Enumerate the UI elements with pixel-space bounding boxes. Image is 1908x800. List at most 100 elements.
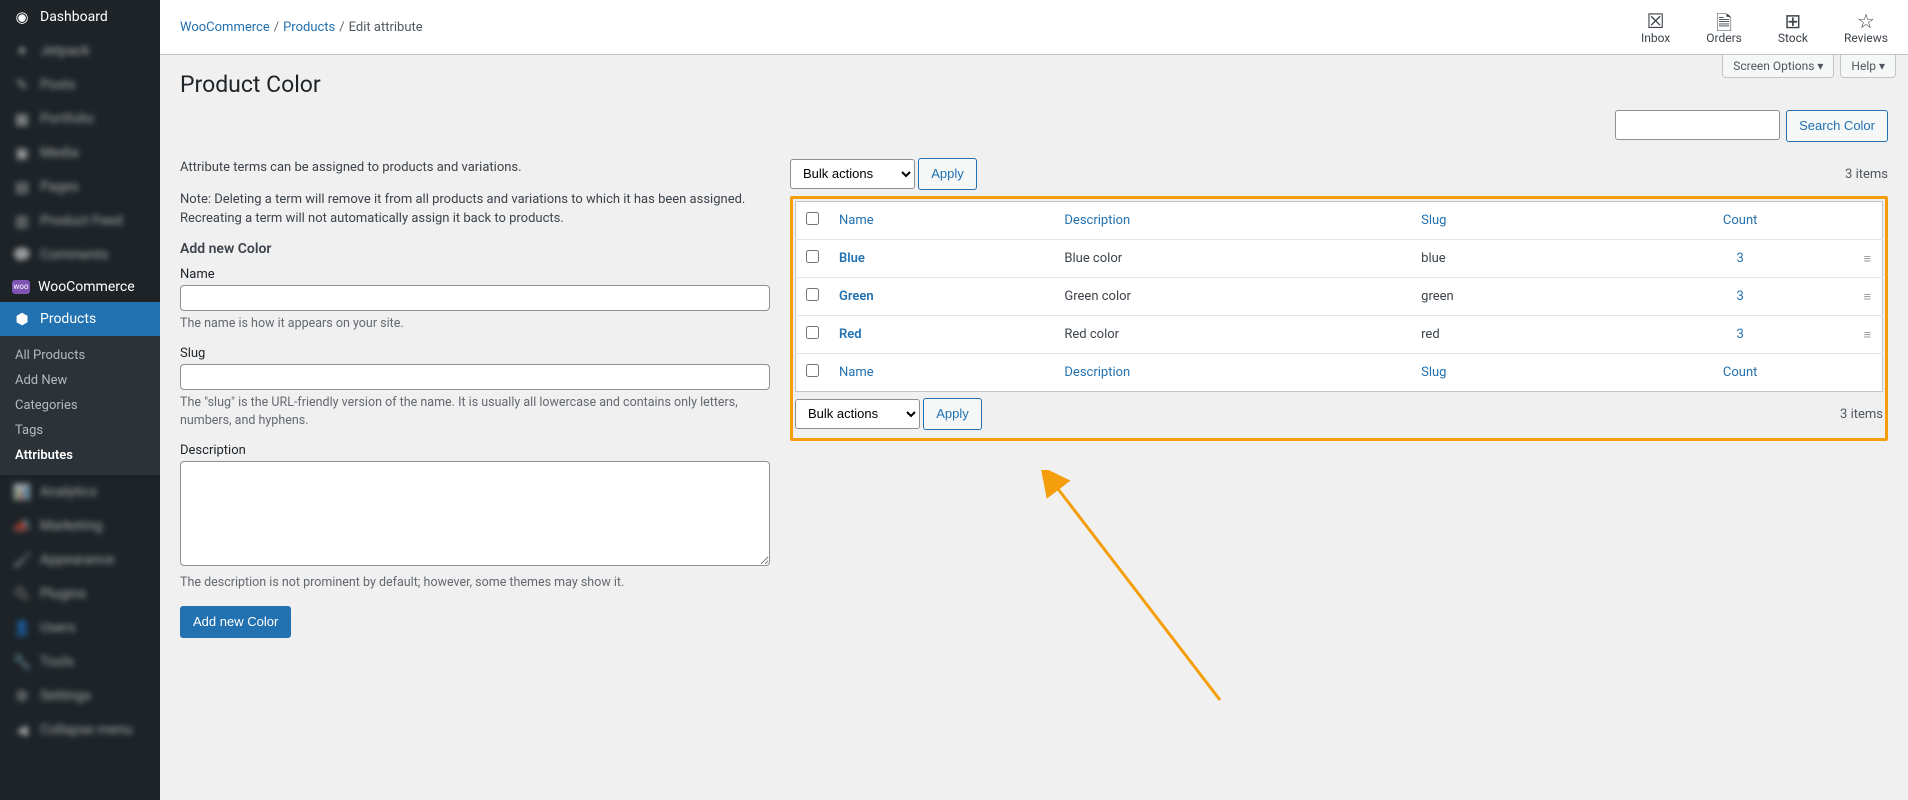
products-icon: ⬢	[12, 309, 32, 329]
sidebar-label: Products	[40, 311, 96, 327]
select-all-bottom[interactable]	[806, 364, 819, 377]
submenu-add-new[interactable]: Add New	[0, 368, 160, 393]
sidebar-item-blurred[interactable]: ▦Portfolio	[0, 102, 160, 136]
terms-table: Name Description Slug Count Blue Blue co…	[795, 201, 1883, 392]
sidebar-item-blurred[interactable]: ◀Collapse menu	[0, 713, 160, 747]
col-slug[interactable]: Slug	[1411, 202, 1628, 240]
select-all-top[interactable]	[806, 212, 819, 225]
breadcrumb-products[interactable]: Products	[283, 20, 335, 35]
col-name[interactable]: Name	[829, 202, 1054, 240]
sidebar-item-blurred[interactable]: 👤Users	[0, 611, 160, 645]
drag-handle-icon[interactable]: ≡	[1863, 252, 1871, 267]
term-name-link[interactable]: Blue	[839, 251, 865, 266]
items-count-top: 3 items	[1845, 167, 1888, 182]
col-count-foot[interactable]: Count	[1628, 354, 1853, 392]
row-checkbox[interactable]	[806, 250, 819, 263]
add-new-color-button[interactable]: Add new Color	[180, 606, 291, 638]
table-row: Green Green color green 3 ≡	[796, 278, 1883, 316]
sidebar-item-blurred[interactable]: ▥Product Feed	[0, 204, 160, 238]
sidebar-item-products[interactable]: ⬢ Products	[0, 302, 160, 336]
term-count-link[interactable]: 3	[1737, 289, 1744, 304]
bulk-actions-select-bottom[interactable]: Bulk actions	[795, 399, 920, 429]
col-name-foot[interactable]: Name	[829, 354, 1054, 392]
topbar-orders[interactable]: 🗎Orders	[1706, 9, 1742, 45]
row-checkbox[interactable]	[806, 288, 819, 301]
sidebar-label: WooCommerce	[38, 279, 135, 295]
term-count-link[interactable]: 3	[1737, 251, 1744, 266]
row-checkbox[interactable]	[806, 326, 819, 339]
bulk-actions-select-top[interactable]: Bulk actions	[790, 159, 915, 189]
breadcrumb-woocommerce[interactable]: WooCommerce	[180, 20, 270, 35]
drag-handle-icon[interactable]: ≡	[1863, 290, 1871, 305]
term-description: Green color	[1054, 278, 1411, 316]
table-row: Blue Blue color blue 3 ≡	[796, 240, 1883, 278]
term-slug: red	[1411, 316, 1628, 354]
sidebar-item-blurred[interactable]: ▤Pages	[0, 170, 160, 204]
slug-desc: The "slug" is the URL-friendly version o…	[180, 394, 770, 429]
sidebar-item-dashboard[interactable]: ◉ Dashboard	[0, 0, 160, 34]
apply-button-bottom[interactable]: Apply	[923, 398, 982, 430]
dashboard-icon: ◉	[12, 7, 32, 27]
name-input[interactable]	[180, 285, 770, 311]
topbar-stock[interactable]: ⊞Stock	[1778, 9, 1808, 45]
add-section-title: Add new Color	[180, 241, 770, 257]
term-count-link[interactable]: 3	[1737, 327, 1744, 342]
stock-icon: ⊞	[1785, 9, 1802, 31]
col-slug-foot[interactable]: Slug	[1411, 354, 1628, 392]
term-name-link[interactable]: Green	[839, 289, 874, 304]
term-slug: green	[1411, 278, 1628, 316]
main-content: Product Color Search Color Attribute ter…	[160, 55, 1908, 800]
sidebar-item-blurred[interactable]: 🖌Appearance	[0, 543, 160, 577]
sidebar-item-blurred[interactable]: ⚙Settings	[0, 679, 160, 713]
term-slug: blue	[1411, 240, 1628, 278]
description-textarea[interactable]	[180, 461, 770, 566]
desc-label: Description	[180, 443, 770, 458]
slug-input[interactable]	[180, 364, 770, 390]
sidebar-item-blurred[interactable]: 💬Comments	[0, 238, 160, 272]
sidebar-item-blurred[interactable]: ▣Media	[0, 136, 160, 170]
table-row: Red Red color red 3 ≡	[796, 316, 1883, 354]
orders-icon: 🗎	[1716, 9, 1732, 31]
breadcrumb: WooCommerce/Products/Edit attribute	[180, 20, 423, 35]
inbox-icon: ☒	[1647, 9, 1665, 31]
items-count-bottom: 3 items	[1840, 407, 1883, 422]
desc-desc: The description is not prominent by defa…	[180, 574, 770, 592]
submenu-attributes[interactable]: Attributes	[0, 443, 160, 468]
term-description: Red color	[1054, 316, 1411, 354]
term-name-link[interactable]: Red	[839, 327, 862, 342]
col-description-foot[interactable]: Description	[1054, 354, 1411, 392]
sidebar-item-woocommerce[interactable]: woo WooCommerce	[0, 272, 160, 302]
sidebar-item-blurred[interactable]: 📣Marketing	[0, 509, 160, 543]
drag-handle-icon[interactable]: ≡	[1863, 328, 1871, 343]
reviews-icon: ☆	[1857, 9, 1875, 31]
highlighted-table-area: Name Description Slug Count Blue Blue co…	[790, 196, 1888, 441]
sidebar-item-blurred[interactable]: 🔌Plugins	[0, 577, 160, 611]
col-description[interactable]: Description	[1054, 202, 1411, 240]
name-label: Name	[180, 267, 770, 282]
admin-sidebar: ◉ Dashboard ✦Jetpack ✎Posts ▦Portfolio ▣M…	[0, 0, 160, 800]
apply-button-top[interactable]: Apply	[918, 158, 977, 190]
name-desc: The name is how it appears on your site.	[180, 315, 770, 333]
topbar-inbox[interactable]: ☒Inbox	[1641, 9, 1670, 45]
page-title: Product Color	[180, 71, 1888, 98]
term-description: Blue color	[1054, 240, 1411, 278]
sidebar-submenu: All Products Add New Categories Tags Att…	[0, 336, 160, 475]
col-count[interactable]: Count	[1628, 202, 1853, 240]
submenu-tags[interactable]: Tags	[0, 418, 160, 443]
search-input[interactable]	[1615, 110, 1780, 140]
help-text-2: Note: Deleting a term will remove it fro…	[180, 190, 770, 229]
sidebar-item-blurred[interactable]: ✦Jetpack	[0, 34, 160, 68]
help-text-1: Attribute terms can be assigned to produ…	[180, 158, 770, 178]
topbar: WooCommerce/Products/Edit attribute ☒Inb…	[160, 0, 1908, 55]
sidebar-label: Dashboard	[40, 9, 108, 25]
slug-label: Slug	[180, 346, 770, 361]
woocommerce-icon: woo	[12, 280, 30, 294]
sidebar-item-blurred[interactable]: 🔧Tools	[0, 645, 160, 679]
sidebar-item-blurred[interactable]: 📊Analytics	[0, 475, 160, 509]
submenu-all-products[interactable]: All Products	[0, 343, 160, 368]
search-button[interactable]: Search Color	[1786, 110, 1888, 142]
submenu-categories[interactable]: Categories	[0, 393, 160, 418]
topbar-reviews[interactable]: ☆Reviews	[1844, 9, 1888, 45]
sidebar-item-blurred[interactable]: ✎Posts	[0, 68, 160, 102]
breadcrumb-current: Edit attribute	[349, 20, 423, 35]
